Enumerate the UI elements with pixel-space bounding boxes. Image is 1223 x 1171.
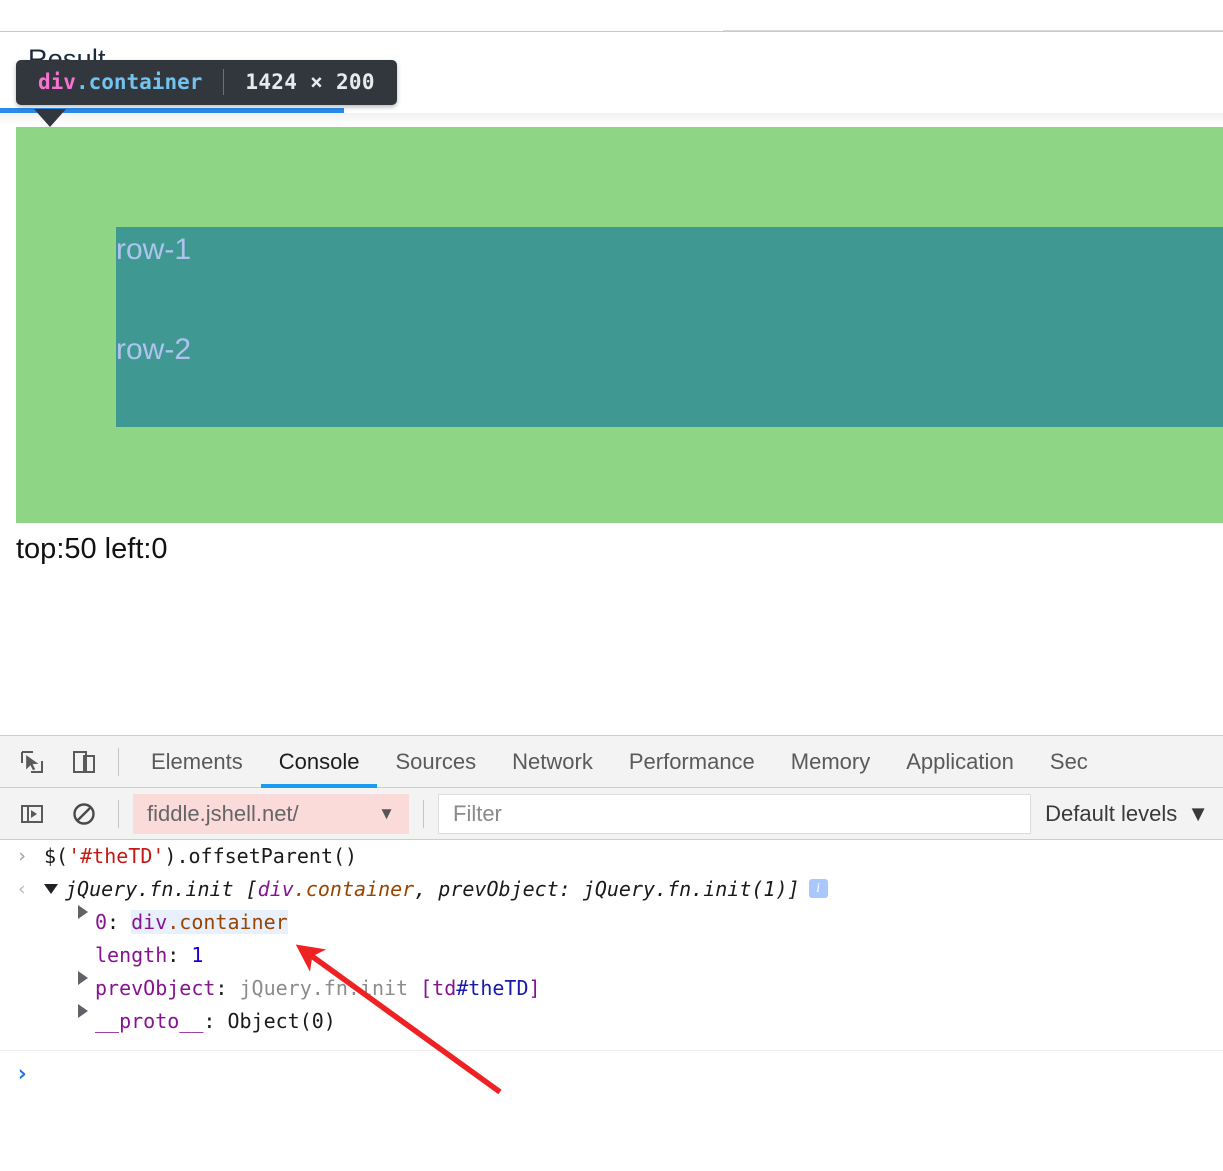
property-0: 0: div.container bbox=[95, 907, 288, 938]
tab-network-label: Network bbox=[512, 748, 593, 774]
filter-input-wrap[interactable] bbox=[438, 793, 1032, 834]
top-divider bbox=[0, 31, 1223, 32]
input-prompt-icon: › bbox=[16, 845, 28, 867]
property-proto-separator: : bbox=[203, 1009, 228, 1033]
tab-network[interactable]: Network bbox=[494, 736, 611, 788]
tab-performance[interactable]: Performance bbox=[611, 736, 773, 788]
console-result-summary: jQuery.fn.init [div.container, prevObjec… bbox=[44, 874, 828, 905]
tab-performance-label: Performance bbox=[628, 748, 755, 774]
property-prevobject-bracket-close: ] bbox=[528, 976, 541, 1000]
input-prefix: $( bbox=[44, 844, 69, 868]
input-suffix: ).offsetParent() bbox=[164, 844, 358, 868]
result-tail: jQuery.fn.init(1)] bbox=[582, 877, 800, 901]
property-length-value: 1 bbox=[191, 943, 204, 967]
console-toolbar-divider-2 bbox=[423, 799, 424, 828]
tab-application-label: Application bbox=[906, 748, 1014, 774]
property-proto: __proto__: Object(0) bbox=[95, 1006, 336, 1037]
output-arrow-icon: ‹ bbox=[16, 878, 28, 900]
tab-sources[interactable]: Sources bbox=[377, 736, 494, 788]
console-output: › $('#theTD').offsetParent() ‹ jQuery.fn… bbox=[0, 840, 1223, 1091]
property-0-separator: : bbox=[107, 910, 132, 934]
chevron-down-icon: ▼ bbox=[1187, 800, 1209, 826]
property-prevobject-separator: : bbox=[215, 976, 240, 1000]
tooltip-dimensions: 1424 × 200 bbox=[245, 69, 375, 94]
property-prevobject-bracket-open: [td bbox=[420, 976, 457, 1000]
tooltip-pointer-icon bbox=[34, 109, 66, 127]
prompt-caret-icon: › bbox=[15, 1061, 29, 1087]
tab-memory[interactable]: Memory bbox=[773, 736, 888, 788]
row-1-label: row-1 bbox=[116, 233, 192, 266]
tooltip-divider bbox=[223, 69, 225, 95]
property-0-class: .container bbox=[167, 910, 288, 934]
console-property-row[interactable]: __proto__: Object(0) bbox=[0, 1004, 1223, 1038]
tab-console[interactable]: Console bbox=[260, 736, 378, 788]
disclosure-triangle-right-icon[interactable] bbox=[78, 905, 88, 919]
console-input-expression: $('#theTD').offsetParent() bbox=[44, 841, 357, 872]
property-prevobject-ctor: jQuery.fn.init bbox=[239, 976, 421, 1000]
property-prevobject-key: prevObject bbox=[95, 976, 216, 1000]
log-levels-selector[interactable]: Default levels ▼ bbox=[1031, 801, 1223, 827]
property-prevobject: prevObject: jQuery.fn.init [td#theTD] bbox=[95, 973, 541, 1004]
inspect-element-icon[interactable] bbox=[12, 743, 52, 781]
execution-context-label: fiddle.jshell.net/ bbox=[147, 800, 299, 826]
info-badge-icon[interactable]: i bbox=[808, 879, 828, 898]
filter-input[interactable] bbox=[451, 799, 1019, 828]
property-0-tag: div bbox=[131, 910, 168, 934]
tab-memory-label: Memory bbox=[790, 748, 871, 774]
screenshot-root: Result row-1 row-2 div .container 1424 × … bbox=[0, 0, 1223, 1171]
toolbar-divider bbox=[118, 747, 119, 776]
property-prevobject-id: #theTD bbox=[456, 976, 529, 1000]
execution-context-selector[interactable]: fiddle.jshell.net/ ▼ bbox=[133, 793, 409, 834]
property-length-separator: : bbox=[167, 943, 192, 967]
result-mid: , prevObject: bbox=[414, 877, 583, 901]
property-0-value[interactable]: div.container bbox=[131, 910, 288, 934]
console-property-row[interactable]: length: 1 bbox=[0, 939, 1223, 972]
console-sidebar-icon[interactable] bbox=[12, 795, 52, 833]
row-2-label: row-2 bbox=[116, 333, 192, 366]
console-result-line[interactable]: ‹ jQuery.fn.init [div.container, prevObj… bbox=[0, 873, 1223, 906]
disclosure-triangle-down-icon[interactable] bbox=[44, 883, 58, 894]
console-toolbar-divider-1 bbox=[118, 799, 119, 828]
tab-elements-label: Elements bbox=[151, 748, 243, 774]
devtools-panel: Elements Console Sources Network Perform… bbox=[0, 735, 1223, 1171]
console-toolbar: fiddle.jshell.net/ ▼ Default levels ▼ bbox=[0, 788, 1223, 840]
tab-security-label: Sec bbox=[1049, 748, 1088, 774]
tab-security[interactable]: Sec bbox=[1032, 736, 1106, 788]
devtools-tabbar: Elements Console Sources Network Perform… bbox=[0, 736, 1223, 788]
tab-application[interactable]: Application bbox=[888, 736, 1032, 788]
result-prefix: jQuery.fn.init [ bbox=[65, 877, 258, 901]
disclosure-triangle-right-icon[interactable] bbox=[78, 971, 88, 985]
property-proto-key: __proto__ bbox=[95, 1009, 204, 1033]
property-length: length: 1 bbox=[95, 940, 203, 971]
clear-console-icon[interactable] bbox=[64, 795, 104, 833]
tooltip-class-name: .container bbox=[75, 69, 203, 94]
position-readout: top:50 left:0 bbox=[16, 533, 168, 565]
console-input-line[interactable]: › $('#theTD').offsetParent() bbox=[0, 840, 1223, 873]
element-inspector-tooltip: div .container 1424 × 200 bbox=[16, 60, 397, 105]
console-property-row[interactable]: prevObject: jQuery.fn.init [td#theTD] bbox=[0, 971, 1223, 1005]
tab-elements[interactable]: Elements bbox=[133, 736, 261, 788]
tab-sources-label: Sources bbox=[395, 748, 477, 774]
log-levels-label: Default levels bbox=[1045, 800, 1178, 826]
tooltip-tag-name: div bbox=[38, 69, 76, 94]
chevron-down-icon: ▼ bbox=[378, 803, 395, 823]
input-string-literal: '#theTD' bbox=[68, 844, 165, 868]
console-prompt-line[interactable]: › bbox=[0, 1051, 1223, 1091]
property-length-key: length bbox=[95, 943, 168, 967]
tab-console-label: Console bbox=[278, 748, 360, 774]
browser-top-strip bbox=[723, 0, 1223, 31]
disclosure-triangle-right-icon[interactable] bbox=[78, 1004, 88, 1018]
table-element bbox=[116, 227, 1223, 427]
console-property-row[interactable]: 0: div.container bbox=[0, 905, 1223, 939]
property-0-key: 0 bbox=[95, 910, 108, 934]
result-class-name: .container bbox=[293, 877, 415, 901]
pane-fade bbox=[0, 113, 1223, 125]
result-tag-name: div bbox=[257, 877, 294, 901]
device-toolbar-icon[interactable] bbox=[64, 743, 104, 781]
property-proto-value: Object(0) bbox=[227, 1009, 336, 1033]
